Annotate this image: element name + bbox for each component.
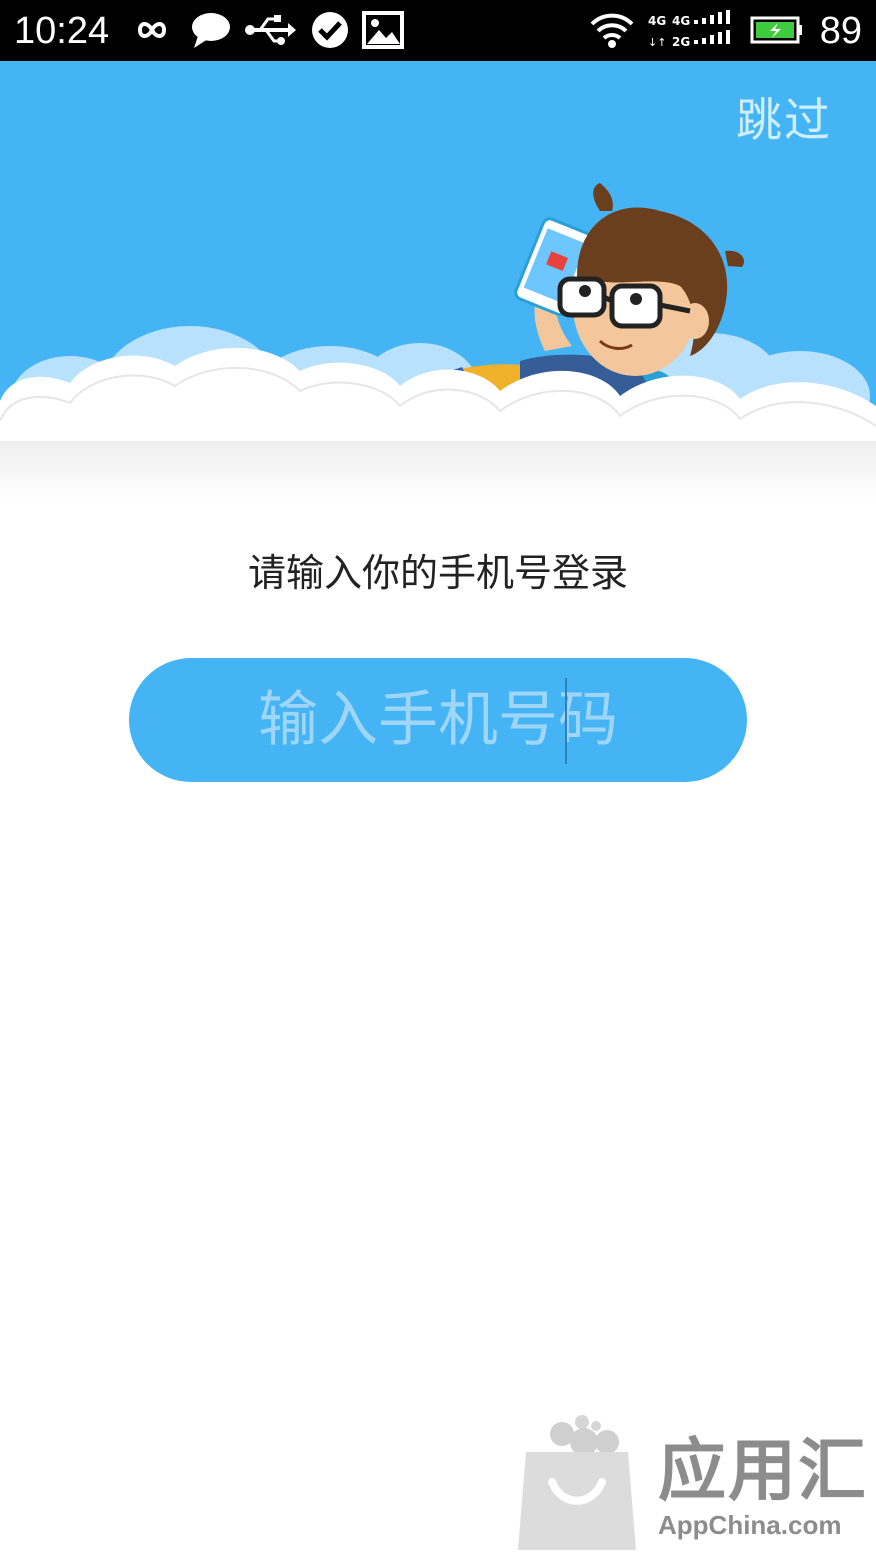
phone-number-input[interactable] bbox=[129, 658, 747, 782]
watermark-brand: 应用汇 bbox=[658, 1432, 869, 1511]
battery-percent: 89 bbox=[819, 10, 862, 52]
appchina-watermark: 应用汇 AppChina.com bbox=[512, 1412, 872, 1552]
status-time: 10:24 bbox=[14, 10, 110, 52]
text-cursor bbox=[565, 678, 567, 764]
check-circle-icon bbox=[312, 12, 348, 48]
watermark-domain: AppChina.com bbox=[658, 1510, 842, 1540]
battery-icon bbox=[750, 16, 802, 44]
skip-button[interactable]: 跳过 bbox=[736, 92, 832, 148]
status-bar: 10:24 4G 4G 2G ↓↑ 89 bbox=[0, 0, 876, 61]
svg-text:4G: 4G bbox=[648, 14, 666, 28]
svg-text:4G: 4G bbox=[672, 14, 690, 28]
svg-text:2G: 2G bbox=[672, 35, 690, 49]
usb-icon bbox=[245, 15, 296, 45]
svg-text:↓↑: ↓↑ bbox=[648, 36, 666, 49]
infinity-icon bbox=[137, 22, 167, 38]
wifi-icon bbox=[590, 13, 634, 48]
shopping-bag-logo-icon bbox=[518, 1415, 636, 1550]
signal-4g-icon: 4G 4G 2G ↓↑ bbox=[648, 10, 730, 49]
image-icon bbox=[362, 11, 404, 49]
login-prompt: 请输入你的手机号登录 bbox=[247, 551, 628, 595]
phone-input-container[interactable] bbox=[129, 658, 747, 782]
login-screen: 10:24 4G 4G 2G ↓↑ 89 跳过 请输入你的手机号登录 输入手机号… bbox=[0, 0, 876, 1559]
chat-bubble-icon bbox=[192, 13, 230, 48]
